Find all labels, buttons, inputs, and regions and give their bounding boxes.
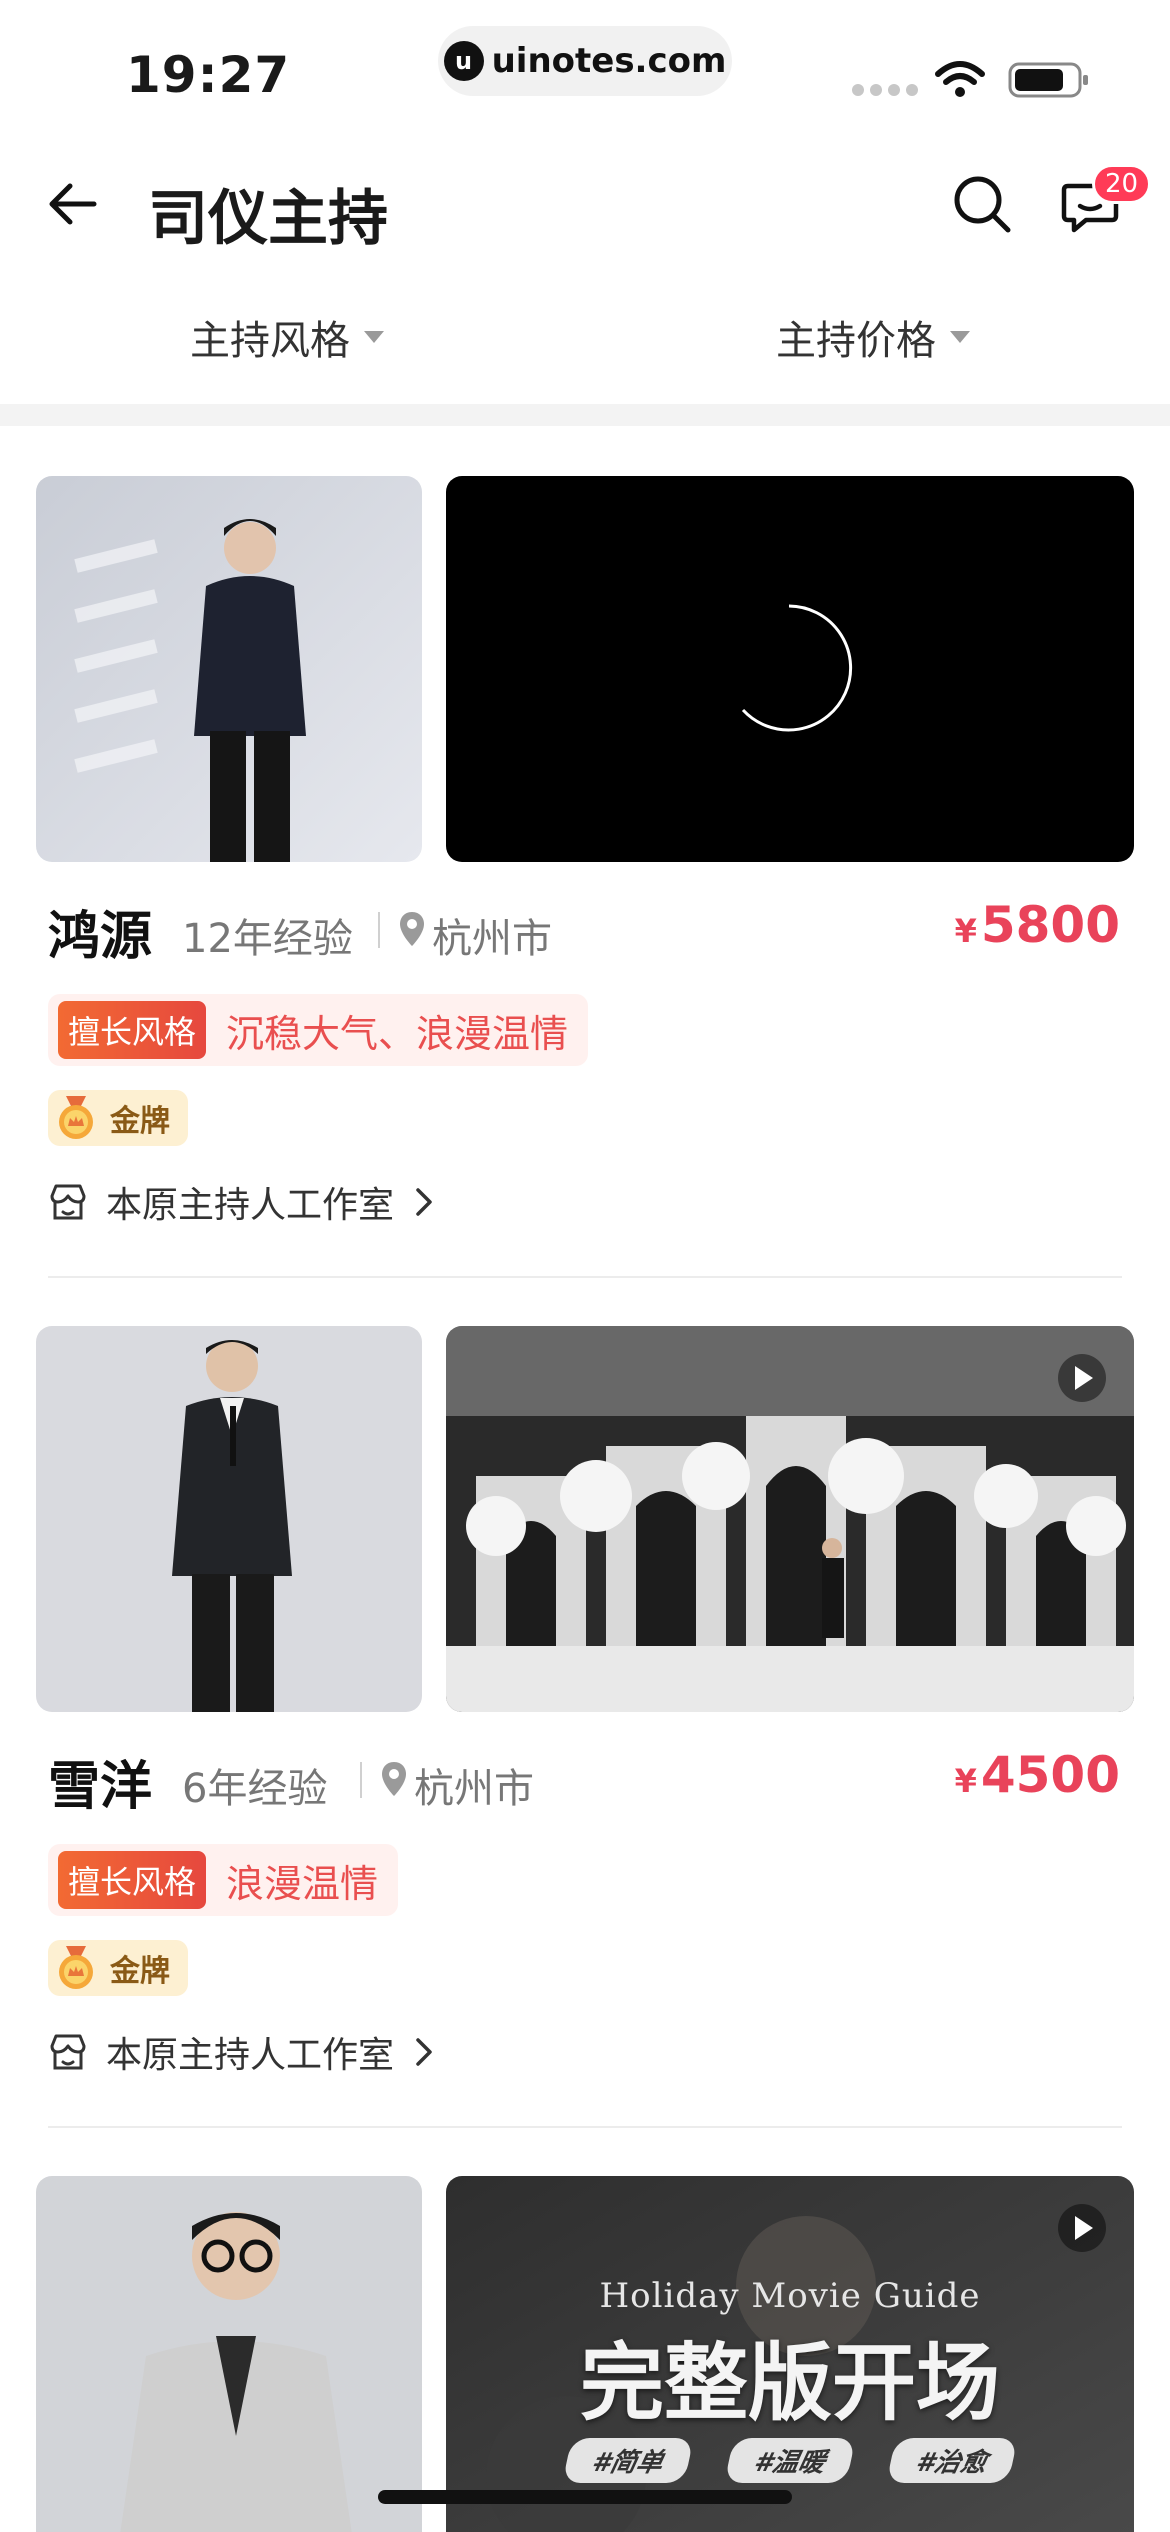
back-arrow-icon[interactable] <box>44 176 100 232</box>
poster-subtitle: Holiday Movie Guide <box>599 2276 981 2316</box>
specialty-style: 擅长风格 浪漫温情 <box>48 1844 399 1916</box>
medal-label: 金牌 <box>110 1104 170 1139</box>
play-icon[interactable] <box>1058 2204 1106 2252</box>
chevron-right-icon <box>416 1188 432 1216</box>
specialty-text: 浪漫温情 <box>226 1861 379 1906</box>
studio-link[interactable]: 本原主持人工作室 <box>48 2026 436 2078</box>
play-icon[interactable] <box>1058 1354 1106 1402</box>
separator <box>360 1762 362 1798</box>
specialty-text: 沉稳大气、浪漫温情 <box>226 1011 569 1056</box>
filter-price[interactable]: 主持价格 <box>776 308 970 366</box>
host-price: ¥5800 <box>955 896 1120 954</box>
host-portrait-photo[interactable] <box>36 1326 422 1712</box>
page-title: 司仪主持 <box>148 184 388 254</box>
host-experience: 6年经验 <box>182 1766 328 1812</box>
studio-name: 本原主持人工作室 <box>106 1185 395 1226</box>
search-icon[interactable] <box>952 174 1012 234</box>
location-pin-icon <box>400 912 424 946</box>
specialty-style: 擅长风格 沉稳大气、浪漫温情 <box>48 994 589 1066</box>
url-text: uinotes.com <box>491 41 727 81</box>
filter-style-label: 主持风格 <box>190 318 350 364</box>
specialty-tag: 擅长风格 <box>58 1001 207 1059</box>
caret-down-icon <box>364 331 384 343</box>
host-experience: 12年经验 <box>182 916 353 962</box>
filter-price-label: 主持价格 <box>776 318 936 364</box>
home-indicator <box>378 2490 792 2504</box>
specialty-tag: 擅长风格 <box>58 1851 207 1909</box>
signal-icon <box>852 84 918 96</box>
message-count-badge: 20 <box>1092 164 1152 204</box>
card-divider <box>48 2126 1122 2128</box>
battery-icon <box>1008 62 1088 98</box>
medal-icon <box>59 1096 93 1139</box>
host-portrait-photo[interactable] <box>36 476 422 862</box>
chevron-right-icon <box>416 2038 432 2066</box>
url-pill[interactable]: u uinotes.com <box>438 26 732 96</box>
card-divider <box>48 1276 1122 1278</box>
price-value: 4500 <box>980 1746 1120 1804</box>
loading-spinner-icon <box>741 604 853 732</box>
host-name: 鸿源 <box>48 907 153 967</box>
wifi-icon <box>935 61 985 97</box>
gold-medal-badge: 金牌 <box>48 1940 188 1996</box>
host-portrait-photo[interactable] <box>36 2176 422 2532</box>
separator <box>378 912 380 948</box>
host-city: 杭州市 <box>414 1766 534 1812</box>
status-time: 19:27 <box>126 46 291 104</box>
host-price: ¥4500 <box>955 1746 1120 1804</box>
currency-symbol: ¥ <box>954 912 977 950</box>
store-icon <box>50 1184 86 1220</box>
host-video[interactable] <box>446 1326 1134 1712</box>
currency-symbol: ¥ <box>954 1762 977 1800</box>
studio-link[interactable]: 本原主持人工作室 <box>48 1176 436 1228</box>
poster-tag: #简单 <box>562 2438 694 2483</box>
filter-style[interactable]: 主持风格 <box>190 308 384 366</box>
location-pin-icon <box>382 1762 406 1796</box>
section-divider-band <box>0 404 1170 426</box>
price-value: 5800 <box>980 896 1120 954</box>
poster-tags: #简单 #温暖 #治愈 <box>446 2438 1134 2483</box>
poster-tag: #温暖 <box>724 2438 856 2483</box>
status-bar: 19:27 u uinotes.com <box>0 0 1170 130</box>
medal-label: 金牌 <box>110 1954 170 1989</box>
host-video[interactable] <box>446 476 1134 862</box>
store-icon <box>50 2034 86 2070</box>
filter-bar: 主持风格 主持价格 <box>0 300 1170 380</box>
host-name: 雪洋 <box>48 1757 153 1817</box>
gold-medal-badge: 金牌 <box>48 1090 188 1146</box>
host-video[interactable]: Holiday Movie Guide 完整版开场 #简单 #温暖 #治愈 <box>446 2176 1134 2532</box>
medal-icon <box>59 1946 93 1989</box>
site-logo-icon: u <box>443 41 484 81</box>
app-header: 司仪主持 20 <box>0 150 1170 260</box>
host-city: 杭州市 <box>432 916 552 962</box>
caret-down-icon <box>950 331 970 343</box>
studio-name: 本原主持人工作室 <box>106 2035 395 2076</box>
poster-title: 完整版开场 <box>579 2334 1000 2432</box>
poster-tag: #治愈 <box>886 2438 1018 2483</box>
